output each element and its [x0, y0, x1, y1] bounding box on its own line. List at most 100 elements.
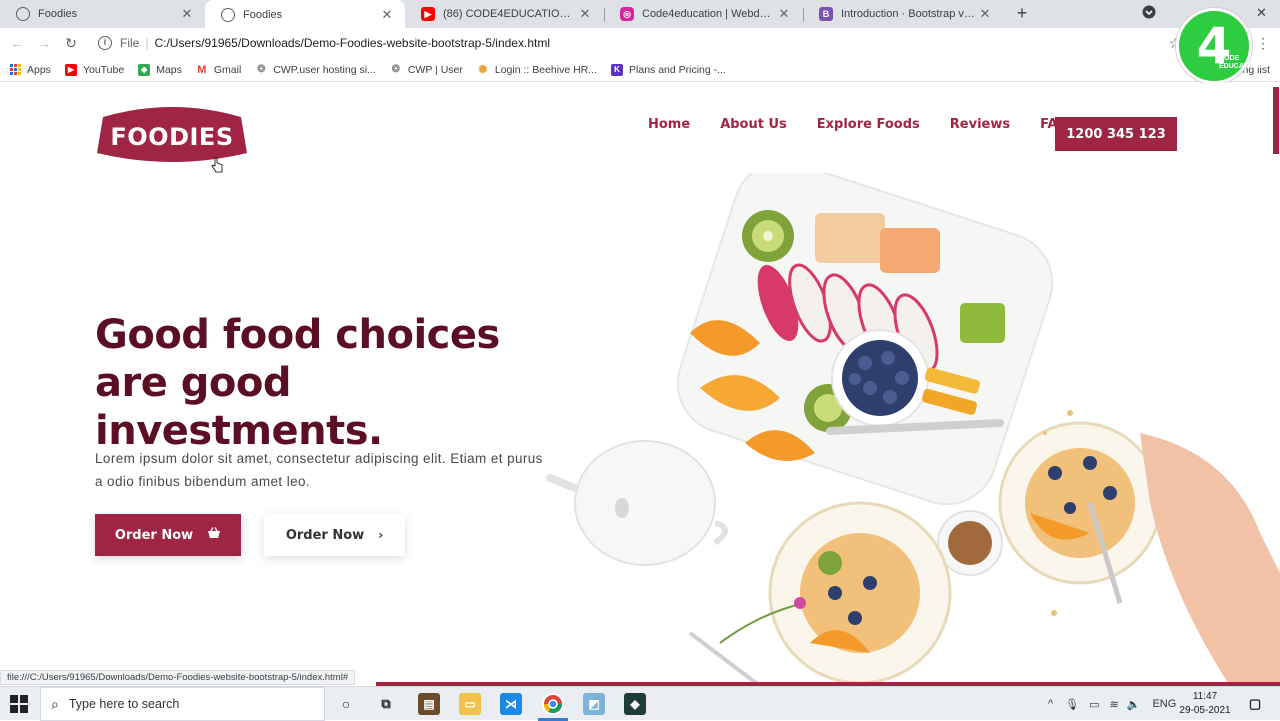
nav-reviews[interactable]: Reviews — [950, 117, 1010, 132]
cortana-icon[interactable]: ○ — [335, 693, 357, 715]
tab-bootstrap[interactable]: B Introduction · Bootstrap v5.0 ✕ — [803, 0, 1003, 28]
tab-instagram[interactable]: ◎ Code4education | Webdev (@co... ✕ — [604, 0, 802, 28]
hero-headline: Good food choices are good investments. — [95, 312, 500, 454]
tab-title: Code4education | Webdev (@co... — [642, 8, 776, 20]
button-label: Order Now — [114, 527, 194, 543]
bookmark-beehive[interactable]: ✺ Login :: Beehive HR... — [476, 63, 598, 76]
close-icon[interactable]: ✕ — [179, 6, 195, 22]
hero-food-image — [546, 173, 1280, 686]
task-view-icon[interactable]: ⧉ — [375, 693, 397, 715]
menu-kebab-icon[interactable]: ⋮ — [1254, 34, 1272, 52]
bookmark-cwp-hosting[interactable]: ❂ CWP.user hosting si... — [255, 63, 376, 76]
bootstrap-icon: B — [819, 7, 833, 21]
back-arrow-icon[interactable]: ← — [8, 34, 26, 52]
chrome-icon[interactable] — [542, 693, 564, 715]
bookmark-label: Maps — [156, 63, 182, 76]
tab-foodies-2[interactable]: Foodies ✕ — [205, 0, 405, 30]
globe-icon — [16, 7, 30, 21]
bookmark-label: Plans and Pricing -... — [629, 63, 726, 76]
vscode-icon[interactable]: ⋊ — [500, 693, 522, 715]
close-icon[interactable]: ✕ — [977, 6, 993, 22]
bookmark-label: Gmail — [213, 63, 242, 76]
logo-text: CODE EDUCATION — [1219, 55, 1261, 70]
microphone-icon[interactable]: 🎙 — [1065, 698, 1079, 711]
beehive-icon: ✺ — [476, 63, 489, 76]
bookmark-label: CWP.user hosting si... — [273, 63, 376, 76]
volume-icon[interactable]: 🔈 — [1127, 698, 1141, 711]
forward-arrow-icon[interactable]: → — [35, 34, 53, 52]
tab-title: Foodies — [243, 9, 283, 21]
phone-button[interactable]: 1200 345 123 — [1055, 117, 1177, 151]
nav-home[interactable]: Home — [648, 117, 690, 132]
scheme-label: File — [120, 36, 140, 50]
hand-cursor-icon — [211, 157, 223, 173]
system-tray: ^ 🎙 ▭ ≋ 🔈 ENG — [1048, 687, 1176, 721]
code4education-logo: 4 CODE EDUCATION — [1176, 8, 1260, 84]
tab-title: Introduction · Bootstrap v5.0 — [841, 8, 977, 20]
order-now-secondary-button[interactable]: Order Now › — [264, 514, 405, 556]
app-icon[interactable]: ▤ — [418, 693, 440, 715]
reload-icon[interactable]: ↻ — [62, 34, 80, 52]
wifi-icon[interactable]: ≋ — [1110, 698, 1119, 711]
nav-about-us[interactable]: About Us — [720, 117, 787, 132]
browser-tab-strip: Foodies ✕ Foodies ✕ ▶ (86) CODE4EDUCATIO… — [0, 0, 1280, 30]
bookmarks-bar: Apps ▶ YouTube ◆ Maps M Gmail ❂ CWP.user… — [0, 58, 1280, 82]
bookmark-maps[interactable]: ◆ Maps — [138, 63, 182, 76]
app-icon[interactable]: ◆ — [624, 693, 646, 715]
new-tab-plus-icon[interactable]: + — [1012, 3, 1032, 23]
tab-youtube[interactable]: ▶ (86) CODE4EDUCATION - YouTube ✕ — [405, 0, 603, 28]
brand-name: FOODIES — [110, 123, 234, 151]
window-close-icon[interactable]: ✕ — [1256, 5, 1267, 21]
tab-search-chevron-icon[interactable] — [1142, 5, 1156, 22]
cwp-icon: ❂ — [255, 63, 268, 76]
windows-taskbar: ⌕ Type here to search ○ ⧉ ▤ ▭ ⋊ ◩ ◆ ^ 🎙 … — [0, 686, 1280, 721]
scrollbar-thumb[interactable] — [1273, 87, 1279, 154]
k-icon: K — [611, 63, 624, 76]
language-indicator[interactable]: ENG — [1152, 698, 1176, 710]
maps-icon: ◆ — [138, 63, 151, 76]
url-text[interactable]: C:/Users/91965/Downloads/Demo-Foodies-we… — [154, 36, 550, 50]
cwp-icon: ❂ — [389, 63, 402, 76]
bookmark-apps[interactable]: Apps — [10, 64, 51, 76]
taskbar-search-input[interactable]: ⌕ Type here to search — [40, 687, 325, 721]
nav-explore-foods[interactable]: Explore Foods — [817, 117, 920, 132]
windows-start-icon[interactable] — [10, 695, 28, 713]
main-nav: Home About Us Explore Foods Reviews FAQ — [648, 117, 1093, 132]
hero-lead-text: Lorem ipsum dolor sit amet, consectetur … — [95, 451, 543, 489]
file-explorer-icon[interactable]: ▭ — [459, 693, 481, 715]
apps-grid-icon — [10, 64, 21, 75]
tab-foodies-1[interactable]: Foodies ✕ — [0, 0, 205, 28]
address-bar[interactable]: i File | C:/Users/91965/Downloads/Demo-F… — [90, 31, 1180, 55]
address-separator: | — [145, 36, 149, 50]
close-icon[interactable]: ✕ — [379, 7, 395, 23]
youtube-icon: ▶ — [64, 63, 77, 76]
bookmark-label: YouTube — [82, 63, 125, 76]
bookmark-plans[interactable]: K Plans and Pricing -... — [611, 63, 726, 76]
bookmark-cwp-user[interactable]: ❂ CWP | User — [389, 63, 463, 76]
clock[interactable]: 11:47 29-05-2021 — [1175, 690, 1235, 718]
instagram-icon: ◎ — [620, 7, 634, 21]
battery-icon[interactable]: ▭ — [1089, 698, 1099, 711]
basket-icon — [207, 527, 221, 543]
order-now-button[interactable]: Order Now — [95, 514, 241, 556]
notifications-icon[interactable]: ▢ — [1244, 693, 1266, 715]
close-icon[interactable]: ✕ — [776, 6, 792, 22]
bookmark-label: Apps — [27, 63, 51, 76]
button-label: Order Now — [285, 527, 365, 543]
youtube-icon: ▶ — [421, 7, 435, 21]
info-icon[interactable]: i — [98, 36, 112, 50]
bookmark-youtube[interactable]: ▶ YouTube — [64, 63, 125, 76]
foodies-logo[interactable]: FOODIES — [97, 103, 247, 165]
bookmark-label: Login :: Beehive HR... — [494, 63, 598, 76]
close-icon[interactable]: ✕ — [577, 6, 593, 22]
browser-toolbar: ← → ↻ i File | C:/Users/91965/Downloads/… — [0, 28, 1280, 58]
chevron-up-icon[interactable]: ^ — [1048, 698, 1053, 710]
clock-date: 29-05-2021 — [1179, 705, 1231, 716]
bookmark-label: CWP | User — [407, 63, 463, 76]
foodies-page: FOODIES Home About Us Explore Foods Revi… — [0, 83, 1280, 686]
search-placeholder: Type here to search — [68, 697, 180, 711]
tab-title: Foodies — [38, 8, 78, 20]
app-icon[interactable]: ◩ — [583, 693, 605, 715]
globe-icon — [221, 8, 235, 22]
bookmark-gmail[interactable]: M Gmail — [195, 63, 242, 76]
